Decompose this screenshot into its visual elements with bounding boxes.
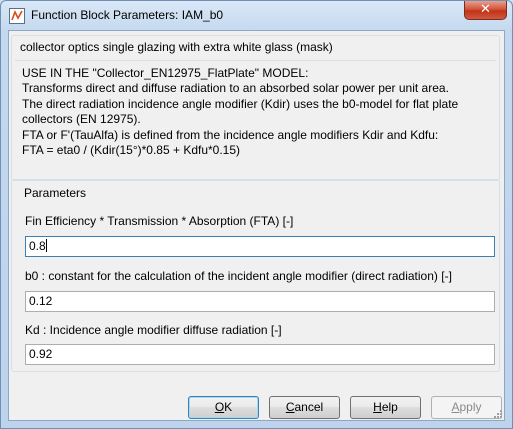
kd-value: 0.92 (29, 347, 53, 361)
kd-input[interactable]: 0.92 (25, 344, 495, 365)
fta-input[interactable]: 0.8 (25, 236, 495, 257)
description-text: USE IN THE "Collector_EN12975_FlatPlate"… (22, 66, 459, 158)
help-button[interactable]: Help (350, 396, 421, 419)
parameters-heading: Parameters (22, 186, 89, 200)
ok-label: K (224, 400, 233, 414)
help-mnemonic: H (373, 400, 382, 414)
kd-label: Kd : Incidence angle modifier diffuse ra… (25, 323, 282, 337)
cancel-label: ancel (294, 400, 324, 414)
window-title: Function Block Parameters: IAM_b0 (31, 8, 224, 22)
fta-label: Fin Efficiency * Transmission * Absorpti… (25, 214, 294, 228)
b0-input[interactable]: 0.12 (25, 291, 495, 312)
description-heading: collector optics single glazing with ext… (18, 40, 335, 54)
apply-button: Apply (431, 396, 502, 419)
dialog-client-area: collector optics single glazing with ext… (8, 30, 505, 421)
close-button[interactable]: ✕ (464, 1, 507, 20)
simulink-block-icon (9, 8, 25, 24)
apply-mnemonic: A (451, 400, 460, 414)
ok-mnemonic: O (214, 400, 225, 414)
title-bar[interactable]: Function Block Parameters: IAM_b0 ✕ (1, 1, 512, 31)
fta-value: 0.8 (29, 239, 46, 253)
description-group: collector optics single glazing with ext… (11, 35, 500, 181)
b0-label: b0 : constant for the calculation of the… (25, 269, 452, 283)
b0-value: 0.12 (29, 294, 53, 308)
resize-grip-icon[interactable] (493, 409, 503, 419)
close-icon: ✕ (480, 2, 491, 17)
description-separator (15, 60, 496, 61)
cancel-button[interactable]: Cancel (269, 396, 340, 419)
ok-button[interactable]: OK (188, 396, 259, 419)
apply-label: pply (459, 400, 482, 414)
parameters-group: Parameters Fin Efficiency * Transmission… (11, 179, 500, 372)
dialog-window: Function Block Parameters: IAM_b0 ✕ coll… (0, 0, 513, 429)
help-label: elp (381, 400, 398, 414)
text-caret (45, 239, 47, 252)
